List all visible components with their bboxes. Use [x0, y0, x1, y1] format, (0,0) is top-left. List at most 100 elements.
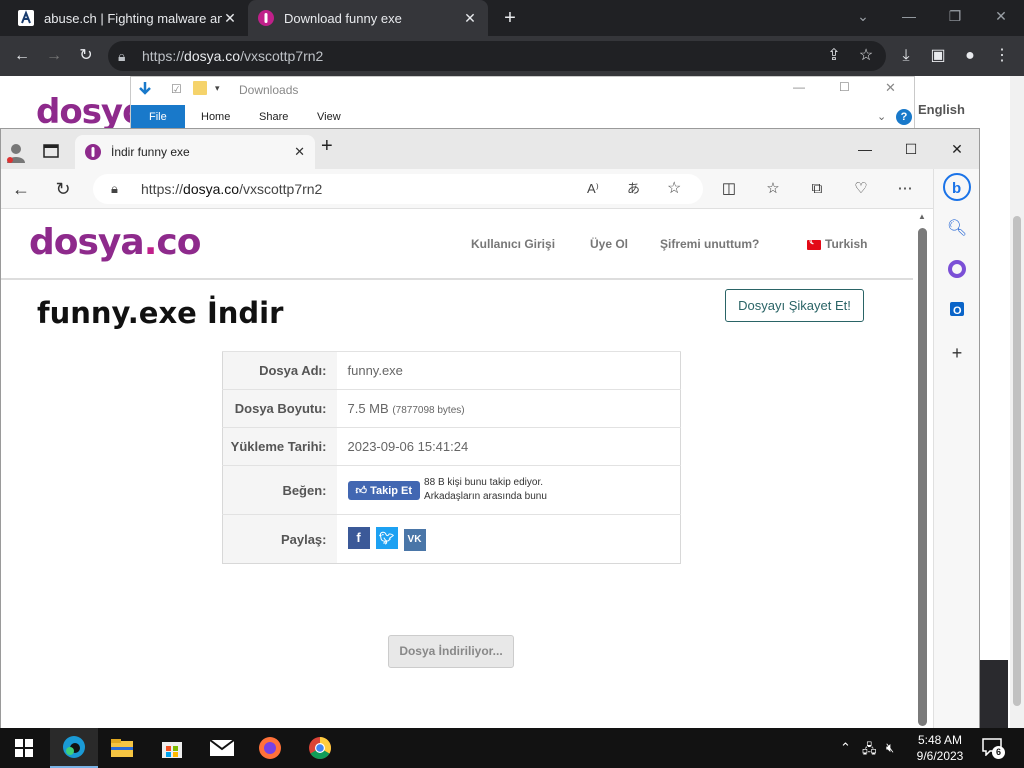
twitter-share-icon[interactable]: 🐦︎ [375, 527, 398, 549]
close-icon[interactable]: ✕ [462, 10, 478, 27]
close-icon[interactable]: ✕ [222, 10, 238, 27]
edge-scrollbar[interactable]: ▲ [913, 210, 933, 728]
tab-search-chevron-icon[interactable]: ⌄ [840, 4, 886, 28]
abuse-favicon-icon [18, 10, 34, 26]
settings-menu-icon[interactable]: ⋯ [893, 177, 917, 201]
chrome-address-bar[interactable]: 🔒︎ https://dosya.co/vxscottp7rn2 [108, 41, 886, 71]
filesize-label: Dosya Boyutu: [222, 389, 337, 428]
turkish-flag-icon [807, 236, 821, 250]
read-aloud-icon[interactable]: A⁾ [587, 174, 599, 204]
vk-share-icon[interactable]: VK [403, 529, 426, 551]
scroll-thumb[interactable] [918, 228, 927, 726]
ribbon-tab-view[interactable]: View [303, 109, 355, 125]
browser-essentials-icon[interactable]: ♡ [849, 177, 873, 201]
nav-login-link[interactable]: Kullanıcı Girişi [471, 237, 555, 251]
collections-icon[interactable]: ⧉ [805, 177, 829, 201]
favorites-icon[interactable]: ☆ [761, 177, 785, 201]
new-tab-icon[interactable]: + [321, 135, 333, 158]
edge-toolbar: ← ↻ 🔒︎ https://dosya.co/vxscottp7rn2 A⁾ … [1, 169, 979, 209]
chrome-tab-download[interactable]: Download funny exe ✕ [248, 0, 488, 36]
taskbar-firefox-button[interactable] [246, 728, 294, 768]
quick-access-dropdown-icon[interactable]: ▾ [215, 83, 220, 94]
share-label: Paylaş: [222, 514, 337, 564]
download-in-progress-button[interactable]: Dosya İndiriliyor... [388, 635, 514, 668]
show-hidden-icons-chevron-icon[interactable]: ⌃ [840, 740, 851, 756]
network-icon[interactable]: 🖧︎ [862, 740, 877, 762]
bing-copilot-icon[interactable]: b [943, 173, 971, 201]
lock-icon: 🔒︎ [118, 48, 126, 64]
minimize-icon[interactable]: — [886, 4, 932, 28]
bookmark-star-icon[interactable]: ☆ [854, 44, 878, 68]
download-icon[interactable]: ⤓ [894, 44, 918, 68]
report-file-button[interactable]: Dosyayı Şikayet Et! [725, 289, 864, 322]
nav-forgot-password-link[interactable]: Şifremi unuttum? [660, 237, 759, 251]
minimize-icon[interactable]: — [793, 80, 805, 94]
url-path: /vxscottp7rn2 [240, 48, 324, 64]
volume-muted-icon[interactable]: 🔇︎ [886, 740, 894, 756]
side-panel-icon[interactable]: ▣ [926, 44, 950, 68]
windows-taskbar: ⌃ 🖧︎ 🔇︎ 5:48 AM 9/6/2023 6 [0, 728, 1024, 768]
tab-title: abuse.ch | Fighting malware and [44, 10, 222, 26]
facebook-share-icon[interactable]: f [347, 527, 370, 549]
close-window-icon[interactable]: ✕ [935, 137, 979, 161]
favorite-star-icon[interactable]: ☆ [667, 174, 681, 204]
reload-icon[interactable]: ↻ [74, 44, 98, 68]
close-icon[interactable]: ✕ [294, 144, 305, 160]
split-screen-icon[interactable]: ◫ [717, 177, 741, 201]
edge-address-bar[interactable]: 🔒︎ https://dosya.co/vxscottp7rn2 A⁾ あ ☆ [93, 174, 703, 204]
taskbar-mail-button[interactable] [198, 728, 246, 768]
maximize-icon[interactable]: ☐ [889, 137, 933, 161]
like-count-text: 88 B kişi bunu takip ediyor. [424, 477, 544, 488]
search-icon[interactable]: 🔍︎ [943, 215, 971, 243]
edge-tab-indir[interactable]: İndir funny exe ✕ [75, 135, 315, 169]
taskbar-edge-button[interactable] [50, 728, 98, 768]
table-row: Dosya Adı: funny.exe [222, 351, 681, 390]
facebook-follow-button[interactable]: 👍︎ Takip Et [347, 480, 421, 500]
taskbar-chrome-button[interactable] [296, 728, 344, 768]
notification-count-badge: 6 [992, 746, 1005, 759]
office-icon[interactable] [943, 255, 971, 283]
site-logo[interactable]: dosya.co [29, 222, 201, 263]
forward-icon[interactable]: → [42, 44, 66, 68]
close-window-icon[interactable]: ✕ [978, 4, 1024, 28]
notifications-button[interactable]: 6 [982, 738, 1005, 759]
menu-icon[interactable]: ⋮ [990, 44, 1014, 68]
taskbar-store-button[interactable] [148, 728, 196, 768]
back-icon[interactable]: ← [10, 44, 34, 68]
properties-icon[interactable]: ☑ [171, 82, 182, 96]
outlook-icon[interactable]: O [943, 295, 971, 323]
nav-register-link[interactable]: Üye Ol [590, 237, 628, 251]
share-icon[interactable]: ⇪ [822, 44, 846, 68]
tab-actions-icon[interactable] [43, 143, 59, 159]
new-tab-icon[interactable]: + [498, 6, 522, 30]
minimize-icon[interactable]: — [843, 137, 887, 161]
url-host: dosya.co [183, 181, 240, 197]
start-button[interactable] [0, 728, 48, 768]
help-icon[interactable]: ? [896, 109, 912, 125]
nav-language-link[interactable]: Turkish [807, 236, 867, 251]
reload-icon[interactable]: ↻ [51, 177, 75, 201]
add-sidebar-app-icon[interactable]: + [943, 339, 971, 367]
scroll-up-icon[interactable]: ▲ [918, 212, 926, 221]
explorer-window: ☑ ▾ Downloads — ☐ ✕ File Home Share View… [130, 76, 915, 131]
taskbar-explorer-button[interactable] [98, 728, 146, 768]
ribbon-tab-share[interactable]: Share [245, 109, 302, 125]
taskbar-clock[interactable]: 5:48 AM 9/6/2023 [906, 732, 974, 764]
logo-dot: . [143, 222, 158, 263]
maximize-icon[interactable]: ☐ [839, 80, 850, 94]
chrome-tab-abuse[interactable]: abuse.ch | Fighting malware and ✕ [8, 0, 248, 36]
back-icon[interactable]: ← [9, 177, 33, 201]
translate-icon[interactable]: あ [627, 174, 640, 204]
folder-icon[interactable] [193, 81, 207, 95]
ribbon-expand-icon[interactable]: ⌄ [877, 110, 886, 123]
filename-value: funny.exe [336, 351, 681, 390]
background-language-link[interactable]: English [918, 102, 965, 117]
profile-avatar-icon[interactable] [5, 141, 27, 163]
profile-icon[interactable]: ● [958, 44, 982, 68]
restore-icon[interactable]: ❐ [932, 4, 978, 28]
ribbon-tab-home[interactable]: Home [187, 109, 244, 125]
share-cell: f 🐦︎ VK [336, 514, 681, 564]
chrome-scrollbar[interactable] [1010, 76, 1024, 728]
file-info-table: Dosya Adı: funny.exe Dosya Boyutu: 7.5 M… [222, 351, 681, 564]
close-window-icon[interactable]: ✕ [885, 80, 896, 96]
